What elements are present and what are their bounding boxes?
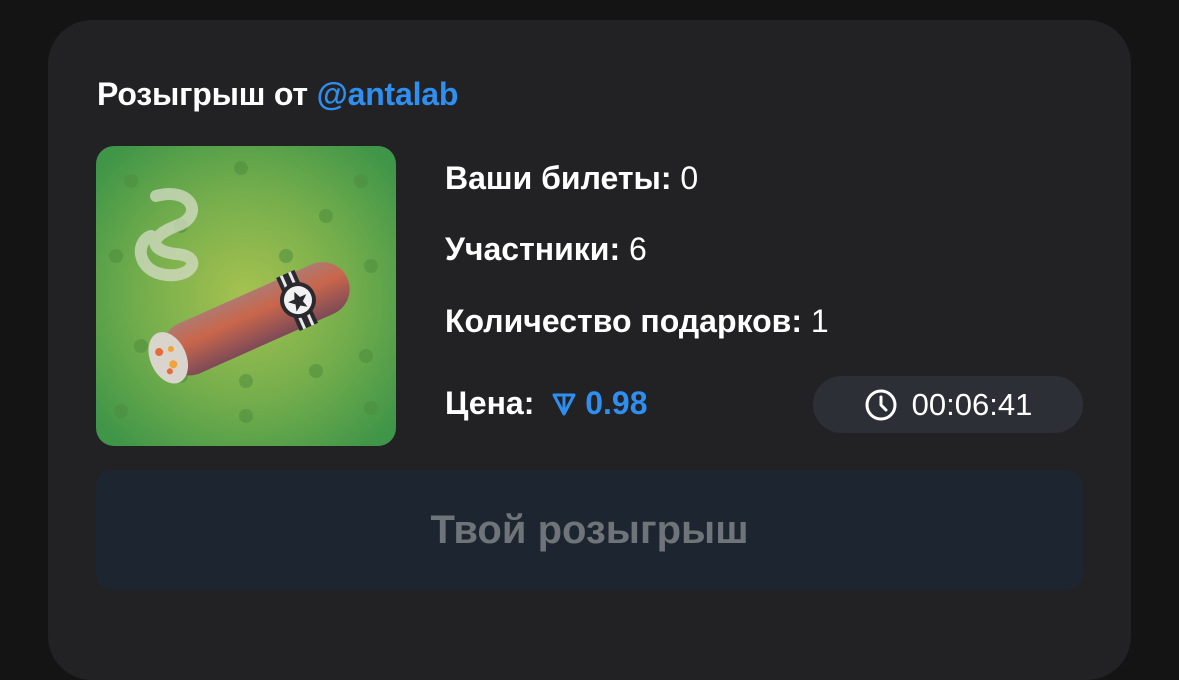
giveaway-title: Розыгрыш от @antalab [97, 76, 458, 113]
organizer-link[interactable]: @antalab [317, 76, 459, 112]
timer-value: 00:06:41 [911, 386, 1033, 422]
participants-label: Участники: [445, 231, 621, 267]
participants-value: 6 [628, 231, 647, 267]
price-value: 0.98 [585, 385, 648, 421]
gifts-count-stat: Количество подарков: 1 [445, 303, 829, 340]
tickets-label: Ваши билеты: [445, 160, 672, 196]
price-label: Цена: [445, 385, 535, 421]
countdown-timer: 00:06:41 [813, 376, 1083, 433]
price-stat: Цена: 0.98 [445, 385, 648, 425]
gifts-count-label: Количество подарков: [445, 303, 802, 339]
tickets-value: 0 [680, 160, 699, 196]
gifts-count-value: 1 [810, 303, 829, 339]
title-prefix: Розыгрыш от [97, 76, 308, 112]
tickets-stat: Ваши билеты: 0 [445, 160, 698, 197]
participants-stat: Участники: 6 [445, 231, 647, 268]
gift-image [96, 146, 396, 446]
your-giveaway-button[interactable]: Твой розыгрыш [96, 470, 1083, 590]
clock-icon [864, 388, 898, 422]
cigar-gift-icon [96, 146, 396, 446]
ton-icon [551, 388, 577, 425]
